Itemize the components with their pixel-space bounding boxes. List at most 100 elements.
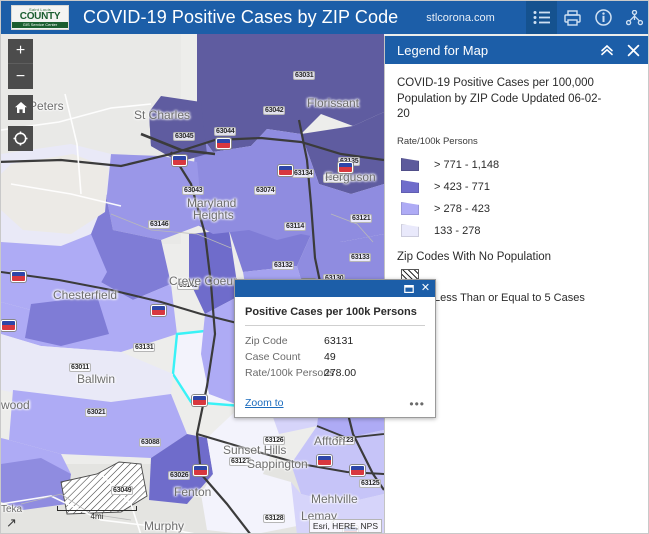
zip-code-label: 63031	[293, 71, 316, 80]
zip-code-label: 63132	[272, 261, 295, 270]
zoom-out-button[interactable]: −	[8, 64, 33, 89]
popup-field-key: Case Count	[245, 351, 301, 363]
zip-code-label: 63146	[148, 220, 171, 229]
highway-shield-icon	[172, 155, 187, 166]
legend-suppressed-label: Less Than or Equal to 5 Cases	[434, 291, 585, 304]
zip-code-label: 63074	[254, 186, 277, 195]
legend-header: Legend for Map	[385, 36, 648, 64]
info-icon[interactable]	[588, 1, 619, 34]
place-name-label: Murphy	[144, 519, 185, 533]
place-name-label: wood	[1, 398, 30, 412]
legend-close-icon[interactable]	[622, 39, 644, 61]
popup-field-row: Rate/100k Persons 278.00	[245, 365, 425, 381]
logo-line-3: GIS Service Center	[12, 21, 68, 28]
zip-code-label: 63011	[69, 363, 92, 372]
legend-color-swatch	[401, 158, 419, 172]
highway-shield-icon	[338, 162, 353, 173]
legend-class-label: 133 - 278	[434, 224, 481, 237]
zip-code-label: 63128	[263, 514, 286, 523]
popup-field-value: 49	[324, 351, 336, 363]
legend-subtitle: Rate/100k Persons	[397, 135, 478, 147]
legend-class-label: > 278 - 423	[434, 202, 490, 215]
place-name-label: Teka	[1, 504, 23, 515]
legend-class-row: > 278 - 423	[397, 198, 640, 220]
legend-class-row: > 423 - 771	[397, 176, 640, 198]
zoom-control-group: + −	[8, 39, 33, 89]
map-control-cluster: + −	[8, 39, 33, 151]
highway-shield-icon	[11, 271, 26, 282]
popup-header: ✕	[235, 280, 435, 297]
highway-shield-icon	[278, 165, 293, 176]
zip-code-label: 63043	[182, 186, 205, 195]
legend-class-label: > 423 - 771	[434, 180, 490, 193]
share-icon[interactable]	[619, 1, 648, 34]
popup-more-options-icon[interactable]: •••	[409, 398, 425, 410]
header-toolbar	[526, 1, 648, 34]
popup-title: Positive Cases per 100k Persons	[245, 306, 417, 318]
legend-color-swatch	[401, 224, 419, 238]
legend-icon[interactable]	[526, 1, 557, 34]
place-name-label: Affton	[314, 434, 346, 448]
zip-code-label: 63021	[85, 408, 108, 417]
scale-bar-line	[57, 506, 137, 511]
popup-field-value: 278.00	[324, 367, 357, 379]
place-name-label: Sappington	[247, 457, 308, 471]
legend-description: COVID-19 Positive Cases per 100,000 Popu…	[397, 77, 602, 121]
zip-code-label: 63125	[359, 479, 382, 488]
legend-title: Legend for Map	[397, 42, 489, 58]
place-name-label: Creve Coeur	[169, 274, 238, 288]
site-url-label: stlcorona.com	[426, 11, 495, 24]
place-name-label: St Charles	[134, 108, 191, 122]
county-seal-logo[interactable]: Saint Louis COUNTY GIS Service Center	[11, 5, 69, 30]
highway-shield-icon	[151, 305, 166, 316]
highway-shield-icon	[1, 320, 16, 331]
popup-field-row: Case Count 49	[245, 349, 425, 365]
highway-shield-icon	[192, 395, 207, 406]
place-name-label: Ballwin	[77, 372, 116, 386]
place-name-label: Chesterfield	[53, 288, 118, 302]
popup-field-key: Rate/100k Persons	[245, 367, 335, 379]
map-attribution: Esri, HERE, NPS	[308, 519, 382, 533]
chevron-double-up-icon[interactable]	[596, 39, 618, 61]
zip-code-label: 63121	[350, 214, 373, 223]
legend-no-population-label: Zip Codes With No Population	[397, 250, 552, 263]
popup-field-row: Zip Code 63131	[245, 333, 425, 349]
zoom-in-button[interactable]: +	[8, 39, 33, 64]
zip-code-label: 63045	[173, 132, 196, 141]
feature-popup[interactable]: ✕ Positive Cases per 100k Persons Zip Co…	[234, 279, 436, 418]
place-name-label: Mehlville	[311, 492, 358, 506]
locate-icon[interactable]	[8, 126, 33, 151]
popup-footer: Zoom to •••	[235, 383, 435, 417]
place-name-label: Fenton	[174, 485, 212, 499]
place-name-label: Heights	[193, 208, 234, 222]
zip-code-label: 63134	[292, 169, 315, 178]
zip-code-label: 63049	[111, 486, 134, 495]
popup-attribute-table: Zip Code 63131 Case Count 49 Rate/100k Perso…	[235, 326, 435, 383]
zip-code-label: 63133	[349, 253, 372, 262]
place-name-label: Sunset Hills	[223, 443, 287, 457]
legend-class-list: > 771 - 1,148 > 423 - 771 > 278 - 423 133 -…	[397, 154, 640, 242]
print-icon[interactable]	[557, 1, 588, 34]
zip-code-label: 63042	[263, 106, 286, 115]
zoom-to-link[interactable]: Zoom to	[245, 397, 284, 409]
legend-class-row: 133 - 278	[397, 220, 640, 242]
zip-code-label: 63044	[214, 127, 237, 136]
zip-code-label: 63026	[168, 471, 191, 480]
logo-line-2: COUNTY	[19, 10, 61, 22]
place-name-label: Peters	[29, 99, 64, 113]
highway-shield-icon	[193, 465, 208, 476]
home-icon[interactable]	[8, 95, 33, 120]
popup-close-icon[interactable]: ✕	[419, 282, 432, 295]
app-header: Saint Louis COUNTY GIS Service Center CO…	[1, 1, 648, 34]
popup-field-key: Zip Code	[245, 335, 288, 347]
page-title: COVID-19 Positive Cases by ZIP Code	[83, 7, 399, 27]
zip-code-label: 63088	[139, 438, 162, 447]
scale-bar: 4mi	[57, 506, 137, 521]
legend-class-row: > 771 - 1,148	[397, 154, 640, 176]
maximize-icon[interactable]	[402, 282, 415, 295]
legend-class-label: > 771 - 1,148	[434, 158, 500, 171]
zip-code-label: 63114	[284, 222, 307, 231]
zip-code-label: 63131	[133, 343, 156, 352]
popup-field-value: 63131	[324, 335, 354, 347]
scale-bar-label: 4mi	[90, 512, 104, 521]
